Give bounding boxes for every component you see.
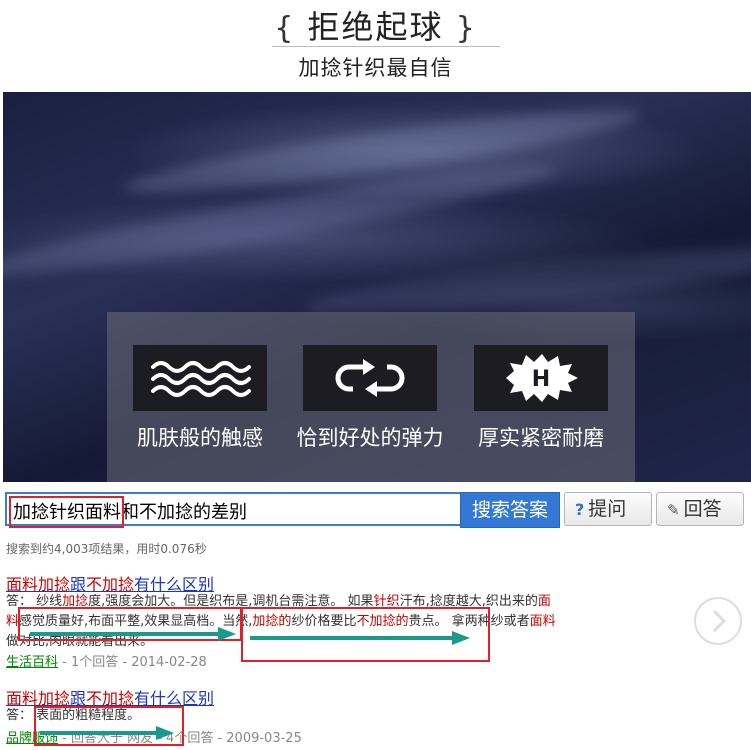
ask-question-button[interactable]: ? 提问 — [564, 492, 652, 526]
features-panel: H 肌肤般的触感 恰到好处的弹力 厚实紧密耐磨 — [107, 312, 635, 482]
title-divider — [272, 46, 500, 47]
feature-label-durability: 厚实紧密耐磨 — [478, 426, 604, 450]
result-meta-1: 生活百科 - 1个回答 - 2014-02-28 — [6, 655, 207, 670]
next-arrow-button[interactable] — [694, 597, 742, 645]
search-bar: 加捻针织面料和不加捻的差别 搜索答案 ? 提问 ✎ 回答 — [5, 492, 751, 528]
stretch-arrows-icon — [303, 345, 437, 411]
annotation-arrow — [40, 726, 174, 740]
page-title: { 拒绝起球 } — [274, 8, 477, 46]
durable-h-icon: H — [474, 345, 608, 411]
page-subtitle: 加捻针织最自信 — [298, 56, 453, 80]
feature-label-touch: 肌肤般的触感 — [137, 426, 263, 450]
feature-label-elasticity: 恰到好处的弹力 — [296, 426, 444, 450]
search-button[interactable]: 搜索答案 — [460, 492, 560, 528]
question-icon: ? — [575, 500, 585, 519]
annotation-arrow — [250, 631, 470, 645]
waves-icon — [133, 345, 267, 411]
result-count: 搜索到约4,003项结果，用时0.076秒 — [6, 542, 207, 556]
chevron-right-icon — [712, 609, 727, 633]
fabric-hero-image: H 肌肤般的触感 恰到好处的弹力 厚实紧密耐磨 — [3, 92, 751, 482]
annotation-arrow — [30, 627, 236, 641]
annotation-box-query — [9, 496, 124, 528]
category-link[interactable]: 生活百科 — [6, 655, 58, 670]
answer-button[interactable]: ✎ 回答 — [656, 492, 744, 526]
svg-text:H: H — [532, 367, 550, 392]
pencil-icon: ✎ — [667, 501, 680, 519]
banner-header: { 拒绝起球 } 加捻针织最自信 — [0, 0, 751, 92]
